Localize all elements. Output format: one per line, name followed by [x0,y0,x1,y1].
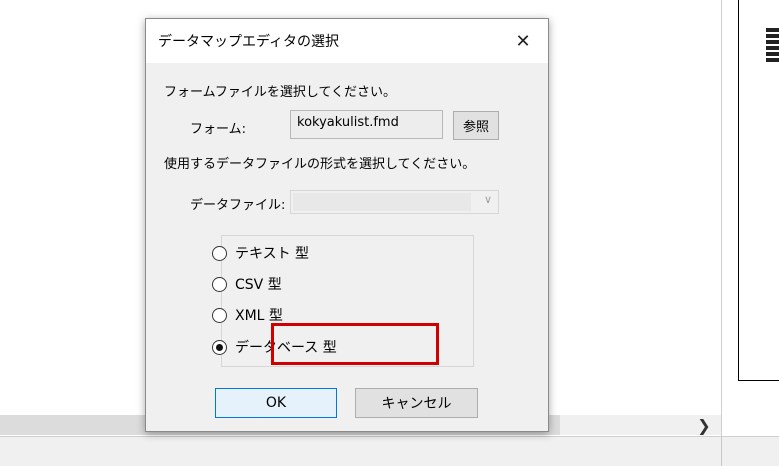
form-prompt: フォームファイルを選択してください。 [164,85,397,100]
radio-button-icon[interactable] [212,276,227,292]
status-bar-divider [721,436,722,466]
chevron-right-icon[interactable]: ❯ [692,415,716,435]
dialog-title: データマップエディタの選択 [158,34,340,50]
radio-button-icon[interactable] [212,245,227,261]
highlight-box [271,323,439,365]
form-file-field[interactable]: kokyakulist.fmd [290,110,443,139]
cancel-button[interactable]: キャンセル [355,388,478,418]
background-divider [721,0,722,436]
radio-button-checked-icon[interactable] [212,339,227,355]
browse-button[interactable]: 参照 [453,111,499,140]
background-thumbnail-icon [766,28,779,70]
close-button[interactable]: ✕ [506,25,540,57]
chevron-down-icon[interactable]: ∨ [484,193,492,206]
radio-text-type[interactable]: テキスト 型 [212,243,309,263]
datafile-combobox[interactable]: ∨ [290,190,499,214]
ok-button[interactable]: OK [215,388,337,418]
form-label: フォーム: [190,122,246,137]
radio-xml-type[interactable]: XML 型 [212,305,283,325]
radio-button-icon[interactable] [212,307,227,323]
radio-label: テキスト 型 [235,246,310,262]
status-bar [0,436,779,466]
datafile-label: データファイル: [190,198,286,213]
type-prompt: 使用するデータファイルの形式を選択してください。 [164,157,476,172]
datafile-value [293,193,471,211]
dialog-titlebar: データマップエディタの選択 ✕ [146,19,548,63]
radio-label: CSV 型 [235,277,282,293]
datamap-editor-dialog: データマップエディタの選択 ✕ フォームファイルを選択してください。 フォーム:… [145,18,549,432]
radio-csv-type[interactable]: CSV 型 [212,274,282,294]
close-icon: ✕ [515,30,531,52]
radio-label: XML 型 [235,308,283,324]
